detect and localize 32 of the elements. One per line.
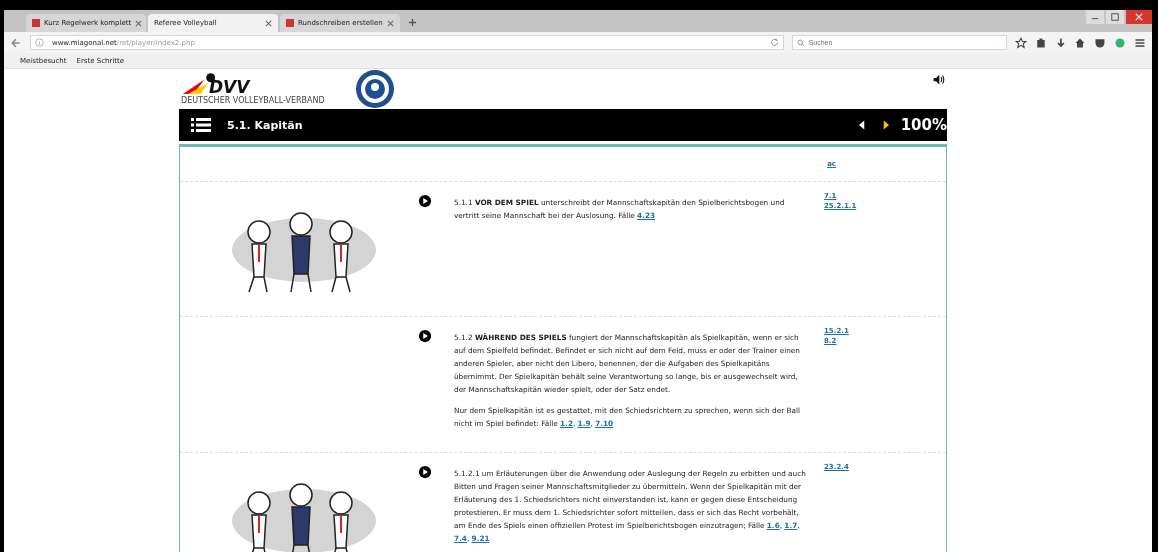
logo-subtitle: DEUTSCHER VOLLEYBALL-VERBAND	[181, 96, 325, 106]
download-icon[interactable]	[1054, 36, 1067, 49]
menu-icon[interactable]	[1134, 36, 1147, 49]
home-icon[interactable]	[1074, 36, 1087, 49]
close-button[interactable]	[1126, 10, 1152, 24]
maximize-icon	[1111, 13, 1119, 21]
close-icon	[1135, 13, 1143, 21]
close-icon[interactable]	[265, 19, 272, 27]
back-arrow-icon[interactable]	[10, 36, 22, 49]
next-icon[interactable]	[882, 120, 889, 130]
search-icon	[796, 38, 805, 47]
previous-icon[interactable]	[858, 120, 865, 130]
maximize-button[interactable]	[1106, 10, 1124, 24]
star-icon[interactable]	[1014, 36, 1027, 49]
shield-icon[interactable]	[1094, 36, 1107, 49]
speaker-icon[interactable]	[932, 73, 945, 86]
chapter-title: 5.1. Kapitän	[227, 118, 303, 132]
page-icon	[286, 19, 294, 27]
play-icon[interactable]	[418, 329, 432, 343]
play-icon[interactable]	[418, 194, 432, 208]
page-icon	[32, 19, 40, 27]
logo-text: DVV	[209, 78, 251, 96]
new-tab-icon[interactable]	[408, 18, 417, 27]
list-menu-icon[interactable]	[191, 117, 211, 133]
zoom-level[interactable]: 100%	[900, 116, 947, 134]
close-icon[interactable]	[135, 19, 143, 27]
minimize-button[interactable]	[1086, 10, 1104, 24]
emblem-icon	[354, 69, 395, 109]
close-icon[interactable]	[387, 19, 394, 27]
info-icon	[34, 38, 44, 47]
clipboard-icon[interactable]	[1034, 36, 1047, 49]
play-icon[interactable]	[418, 465, 432, 479]
